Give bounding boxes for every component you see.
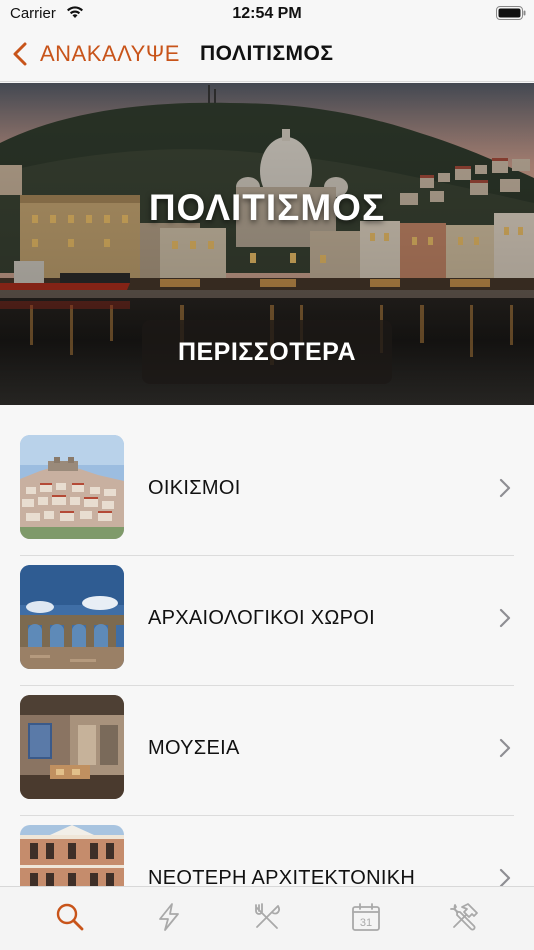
list-item-label: ΟΙΚΙΣΜΟΙ	[148, 477, 241, 499]
calendar-icon: 31	[352, 903, 380, 931]
lightning-icon	[159, 903, 179, 931]
calendar-day-label: 31	[360, 917, 372, 929]
neoclassical-building-thumbnail	[20, 825, 124, 886]
navigation-bar: ΑΝΑΚΑΛΥΨΕ ΠΟΛΙΤΙΣΜΟΣ	[0, 28, 534, 82]
back-button[interactable]: ΑΝΑΚΑΛΥΨΕ	[12, 39, 180, 69]
list-item-archaeological-sites[interactable]: ΑΡΧΑΙΟΛΟΓΙΚΟΙ ΧΩΡΟΙ	[0, 535, 534, 686]
status-bar: Carrier 12:54 PM	[0, 0, 534, 28]
search-icon	[56, 903, 84, 931]
fork-knife-icon	[255, 903, 280, 929]
list-item-label: ΝΕΟΤΕΡΗ ΑΡΧΙΤΕΚΤΟΝΙΚΗ	[148, 867, 416, 886]
hilltop-town-thumbnail	[20, 435, 124, 539]
tab-calendar[interactable]: 31	[346, 897, 386, 937]
tools-icon	[450, 903, 478, 931]
tab-bar: 31	[0, 886, 534, 950]
category-list[interactable]: ΟΙΚΙΣΜΟΙ ΑΡΧΑΙΟΛΟΓΙΚΟΙ ΧΩΡΟΙ ΜΟΥΣΕΙΑ ΝΕΟ…	[0, 405, 534, 886]
page-title: ΠΟΛΙΤΙΣΜΟΣ	[200, 42, 334, 65]
list-item-label: ΜΟΥΣΕΙΑ	[148, 737, 240, 759]
tab-services[interactable]	[444, 897, 484, 937]
more-button[interactable]: ΠΕΡΙΣΣΟΤΕΡΑ	[142, 320, 392, 384]
aqueduct-thumbnail	[20, 565, 124, 669]
tab-food[interactable]	[247, 897, 287, 937]
list-item-label: ΑΡΧΑΙΟΛΟΓΙΚΟΙ ΧΩΡΟΙ	[148, 607, 376, 629]
back-label: ΑΝΑΚΑΛΥΨΕ	[40, 41, 180, 66]
chevron-right-icon	[499, 868, 511, 886]
chevron-left-icon	[13, 42, 27, 66]
chevron-right-icon	[499, 478, 511, 498]
battery-icon	[496, 6, 526, 20]
hero-title: ΠΟΛΙΤΙΣΜΟΣ	[148, 187, 386, 228]
chevron-right-icon	[499, 608, 511, 628]
tab-search[interactable]	[50, 897, 90, 937]
list-item-settlements[interactable]: ΟΙΚΙΣΜΟΙ	[0, 405, 534, 556]
hero-banner: ΠΟΛΙΤΙΣΜΟΣ ΠΕΡΙΣΣΟΤΕΡΑ	[0, 83, 534, 405]
museum-interior-thumbnail	[20, 695, 124, 799]
chevron-right-icon	[499, 738, 511, 758]
tab-activities[interactable]	[149, 897, 189, 937]
clock: 12:54 PM	[232, 5, 302, 22]
list-item-museums[interactable]: ΜΟΥΣΕΙΑ	[0, 665, 534, 816]
list-item-modern-architecture[interactable]: ΝΕΟΤΕΡΗ ΑΡΧΙΤΕΚΤΟΝΙΚΗ	[0, 795, 534, 886]
